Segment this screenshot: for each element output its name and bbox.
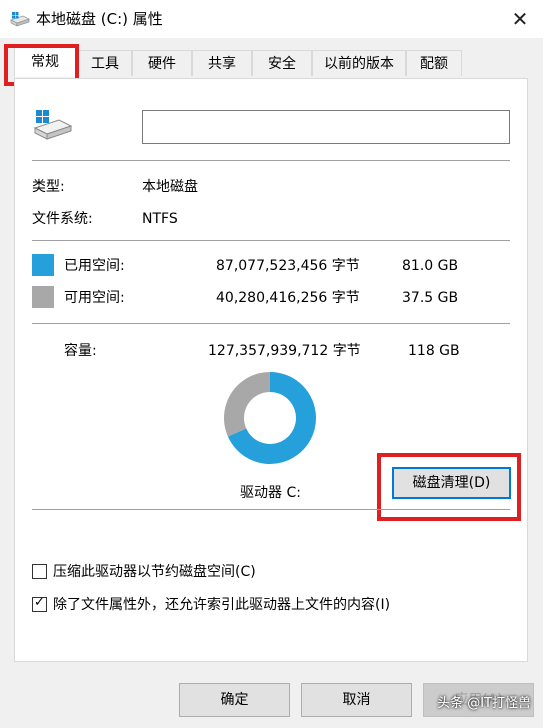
tab-label: 配额 xyxy=(420,56,448,72)
close-button[interactable]: ✕ xyxy=(497,0,543,38)
divider xyxy=(32,323,510,324)
capacity-label: 容量: xyxy=(64,343,97,359)
ok-button[interactable]: 确定 xyxy=(179,683,290,717)
free-space-swatch xyxy=(32,286,54,308)
tab-label: 安全 xyxy=(268,56,296,72)
free-space-size: 37.5 GB xyxy=(402,290,459,306)
tab-label: 共享 xyxy=(208,56,236,72)
index-label: 除了文件属性外，还允许索引此驱动器上文件的内容(I) xyxy=(53,597,391,613)
cancel-button[interactable]: 取消 xyxy=(301,683,412,717)
used-space-label: 已用空间: xyxy=(64,258,125,274)
capacity-size: 118 GB xyxy=(408,343,460,359)
divider xyxy=(32,160,510,161)
watermark: 头条 @IT打怪兽 xyxy=(437,696,531,711)
tab-label: 工具 xyxy=(91,56,119,72)
divider xyxy=(32,240,510,241)
tab-label: 以前的版本 xyxy=(324,56,394,72)
disk-usage-donut xyxy=(224,372,316,464)
windows-drive-icon xyxy=(33,110,73,140)
ok-label: 确定 xyxy=(220,692,249,708)
divider xyxy=(32,509,510,510)
tab-hardware[interactable]: 硬件 xyxy=(132,50,192,76)
tab-label: 硬件 xyxy=(148,56,176,72)
tab-sharing[interactable]: 共享 xyxy=(192,50,252,76)
used-space-swatch xyxy=(32,254,54,276)
drive-name-input[interactable] xyxy=(142,110,510,144)
free-space-bytes: 40,280,416,256 字节 xyxy=(216,290,360,306)
type-label: 类型: xyxy=(32,179,65,195)
used-space-bytes: 87,077,523,456 字节 xyxy=(216,258,360,274)
tab-quota[interactable]: 配额 xyxy=(406,50,462,76)
compress-label: 压缩此驱动器以节约磁盘空间(C) xyxy=(53,564,256,580)
cancel-label: 取消 xyxy=(342,692,371,708)
drive-letter-label: 驱动器 C: xyxy=(240,485,301,501)
used-space-size: 81.0 GB xyxy=(402,258,459,274)
tab-previous-versions[interactable]: 以前的版本 xyxy=(312,50,406,76)
close-icon: ✕ xyxy=(511,7,529,31)
disk-cleanup-label: 磁盘清理(D) xyxy=(412,475,491,491)
window-title: 本地磁盘 (C:) 属性 xyxy=(36,10,163,28)
free-space-slice xyxy=(224,372,270,437)
filesystem-label: 文件系统: xyxy=(32,211,93,227)
type-value: 本地磁盘 xyxy=(142,179,198,195)
compress-checkbox[interactable] xyxy=(32,564,47,579)
disk-cleanup-button[interactable]: 磁盘清理(D) xyxy=(392,467,511,499)
check-icon: ✓ xyxy=(34,595,45,610)
tab-bar: 常规 工具 硬件 共享 安全 以前的版本 配额 xyxy=(0,38,543,80)
capacity-bytes: 127,357,939,712 字节 xyxy=(208,343,361,359)
title-bar: 本地磁盘 (C:) 属性 ✕ xyxy=(0,0,543,38)
filesystem-value: NTFS xyxy=(142,211,178,227)
tab-security[interactable]: 安全 xyxy=(252,50,312,76)
drive-icon xyxy=(10,12,30,27)
tab-tools[interactable]: 工具 xyxy=(78,50,132,76)
free-space-label: 可用空间: xyxy=(64,290,125,306)
index-checkbox[interactable]: ✓ xyxy=(32,595,47,612)
